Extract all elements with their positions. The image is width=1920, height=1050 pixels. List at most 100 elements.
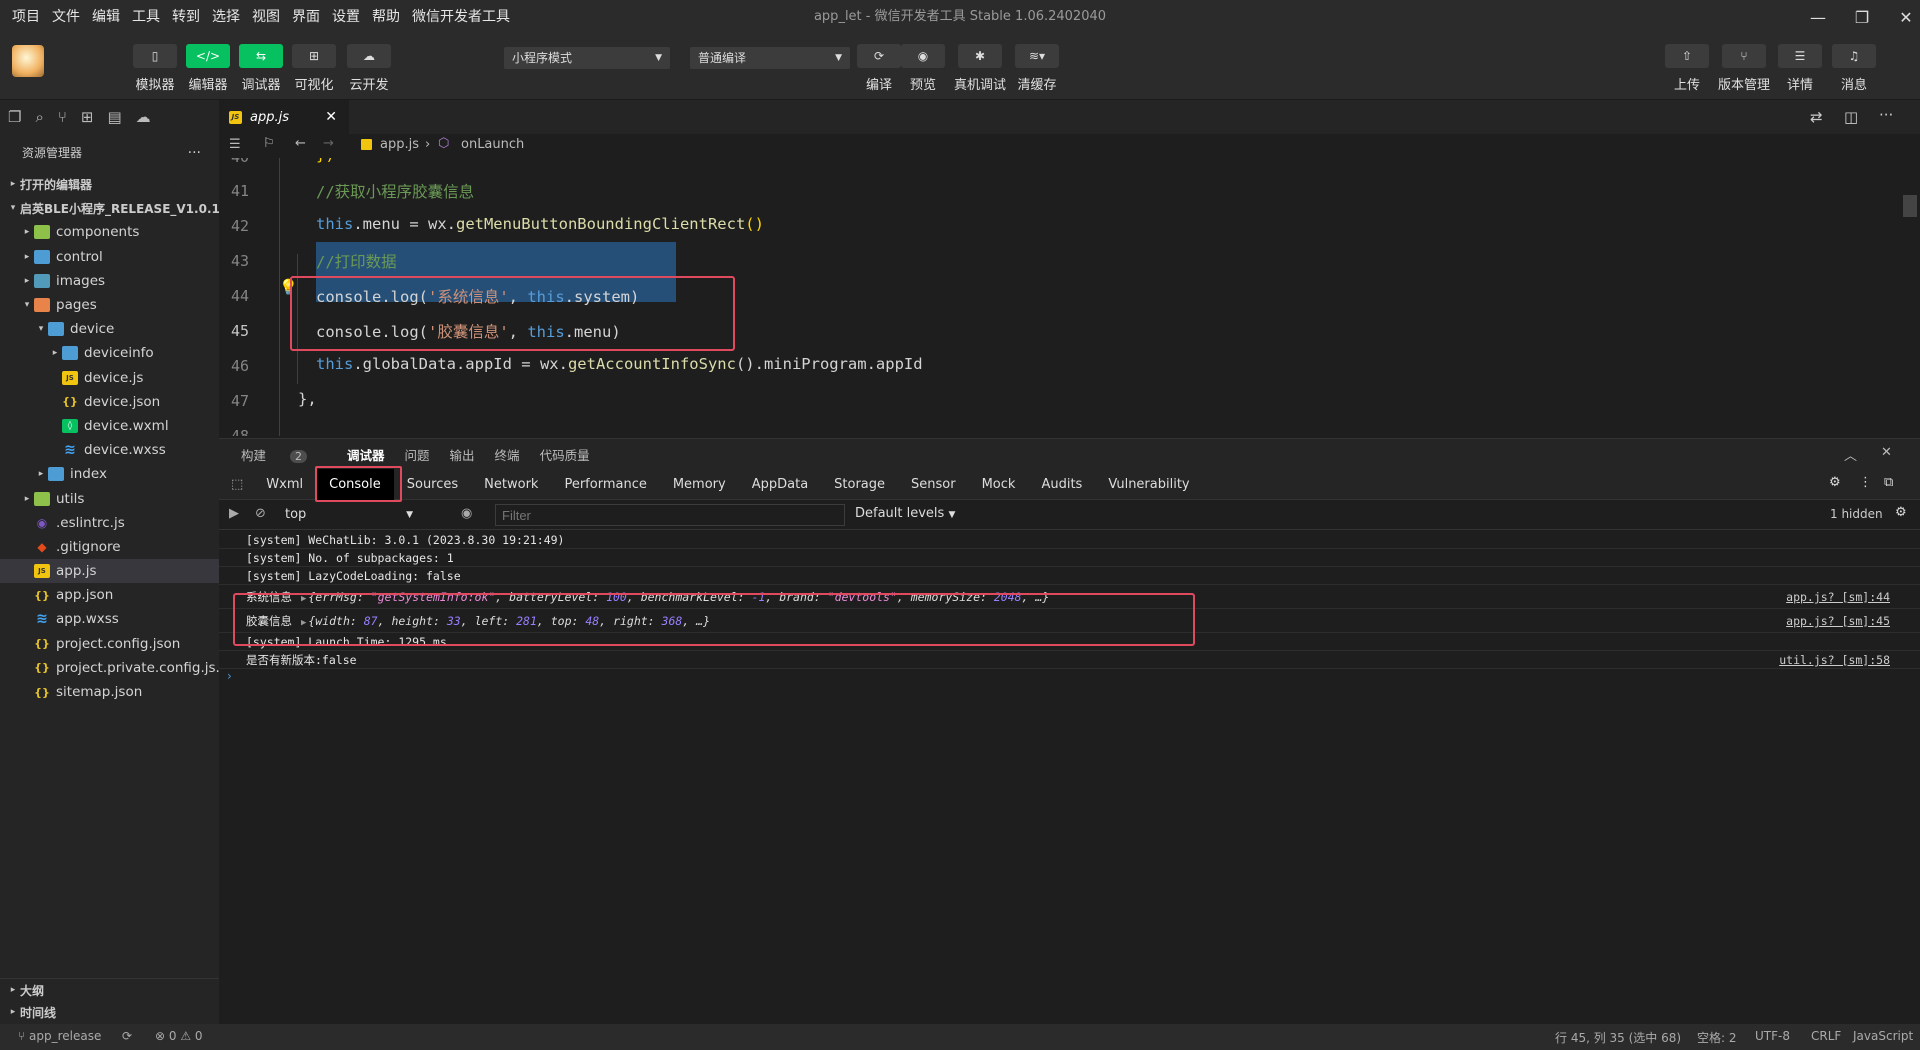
menu-item[interactable]: 界面 [286, 0, 326, 34]
source-control-icon[interactable]: ⑂ [58, 108, 67, 126]
tree-file[interactable]: ◉ .eslintrc.js [0, 511, 219, 535]
eye-icon[interactable]: ◉ [461, 506, 472, 521]
clear-cache-button[interactable]: ≋▾ 清缓存 [1014, 44, 1060, 93]
tree-file[interactable]: ◆ .gitignore [0, 535, 219, 559]
more-icon[interactable]: ··· [1879, 106, 1893, 124]
upload-button[interactable]: ⇧ 上传 [1664, 44, 1710, 93]
filter-input[interactable] [495, 504, 845, 526]
extensions-icon[interactable]: ⊞ [81, 108, 94, 126]
compare-icon[interactable]: ⇄ [1810, 108, 1823, 126]
tab-output[interactable]: 输出 [450, 445, 475, 464]
console-prompt[interactable]: › [219, 669, 1920, 687]
breadcrumb-symbol[interactable]: onLaunch [461, 137, 524, 152]
more-vertical-icon[interactable]: ⋮ [1859, 475, 1872, 490]
tab-code-quality[interactable]: 代码质量 [540, 445, 590, 464]
devtools-tab-vulnerability[interactable]: Vulnerability [1095, 469, 1202, 500]
sidebar-toggle-icon[interactable]: ▶ [229, 506, 239, 521]
devtools-tab-wxml[interactable]: Wxml [253, 469, 316, 500]
gear-icon[interactable]: ⚙ [1895, 505, 1907, 520]
tree-folder[interactable]: ▸ index [0, 462, 219, 486]
encoding[interactable]: UTF-8 [1755, 1029, 1790, 1043]
language-mode[interactable]: JavaScript [1853, 1029, 1913, 1043]
mode-select[interactable]: 小程序模式 ▼ [504, 47, 670, 69]
cloud-button[interactable]: ☁ 云开发 [346, 44, 392, 93]
tab-build[interactable]: 构建 2 [241, 445, 327, 464]
gear-icon[interactable]: ⚙ [1829, 475, 1841, 490]
tree-file[interactable]: {} project.config.json [0, 632, 219, 656]
forward-icon[interactable]: → [323, 136, 334, 151]
list-icon[interactable]: ☰ [229, 137, 241, 152]
problems-status[interactable]: ⊗ 0 ⚠ 0 [155, 1029, 203, 1043]
tree-folder[interactable]: ▸ images [0, 269, 219, 293]
clear-console-icon[interactable]: ⊘ [255, 506, 266, 521]
debugger-button[interactable]: ⇆ 调试器 [238, 44, 284, 93]
menu-item[interactable]: 编辑 [86, 0, 126, 34]
details-button[interactable]: ☰ 详情 [1777, 44, 1823, 93]
tab-app-js[interactable]: JS app.js ✕ [219, 100, 349, 134]
outline-section[interactable]: ▸ 大纲 [0, 979, 219, 1001]
project-section[interactable]: ▾ 启英BLE小程序_RELEASE_V1.0.1 [0, 196, 219, 220]
version-button[interactable]: ⑂ 版本管理 [1718, 44, 1770, 93]
branch-status[interactable]: ⑂ app_release [18, 1029, 101, 1043]
more-icon[interactable]: ··· [188, 134, 201, 172]
tree-folder[interactable]: ▸ deviceinfo [0, 341, 219, 365]
menu-item[interactable]: 视图 [246, 0, 286, 34]
tree-folder[interactable]: ▾ device [0, 317, 219, 341]
explorer-icon[interactable]: ❐ [8, 108, 21, 126]
editor-scrollbar[interactable] [1903, 195, 1917, 217]
menu-item[interactable]: 选择 [206, 0, 246, 34]
close-icon[interactable]: ✕ [1881, 445, 1892, 460]
devtools-tab-memory[interactable]: Memory [660, 469, 739, 500]
tree-folder[interactable]: ▸ components [0, 220, 219, 244]
tree-file[interactable]: {} project.private.config.js... [0, 656, 219, 680]
remote-debug-button[interactable]: ✱ 真机调试 [954, 44, 1006, 93]
line-ending[interactable]: CRLF [1811, 1029, 1841, 1043]
tab-terminal[interactable]: 终端 [495, 445, 520, 464]
menu-item[interactable]: 帮助 [366, 0, 406, 34]
search-icon[interactable]: ⌕ [35, 108, 43, 126]
menu-item[interactable]: 设置 [326, 0, 366, 34]
back-icon[interactable]: ← [295, 136, 306, 151]
preview-button[interactable]: ◉ 预览 [900, 44, 946, 93]
menu-item[interactable]: 工具 [126, 0, 166, 34]
inspect-icon[interactable]: ⬚ [219, 477, 253, 492]
timeline-section[interactable]: ▸ 时间线 [0, 1001, 219, 1023]
tree-file[interactable]: ≋ app.wxss [0, 607, 219, 631]
devtools-tab-appdata[interactable]: AppData [739, 469, 821, 500]
levels-select[interactable]: Default levels ▼ [855, 506, 955, 521]
menu-item[interactable]: 转到 [166, 0, 206, 34]
devtools-tab-audits[interactable]: Audits [1028, 469, 1095, 500]
cloud-icon[interactable]: ☁ [136, 108, 151, 126]
menu-item[interactable]: 项目 [6, 0, 46, 34]
devtools-tab-sources[interactable]: Sources [394, 469, 471, 500]
tree-file[interactable]: {} sitemap.json [0, 680, 219, 704]
bookmark-icon[interactable]: ⚐ [263, 136, 275, 151]
tree-file[interactable]: {} app.json [0, 583, 219, 607]
tree-file[interactable]: ◊ device.wxml [0, 414, 219, 438]
log-source-link[interactable]: app.js? [sm]:44 [1786, 585, 1890, 609]
tree-file[interactable]: {} device.json [0, 390, 219, 414]
open-editors-section[interactable]: ▸ 打开的编辑器 [0, 172, 219, 196]
tree-folder[interactable]: ▸ utils [0, 486, 219, 510]
breadcrumb-file[interactable]: app.js [380, 137, 419, 152]
close-icon[interactable]: ✕ [1884, 0, 1920, 34]
tab-debugger[interactable]: 调试器 [347, 445, 385, 464]
compile-button[interactable]: ⟳ 编译 [856, 44, 902, 93]
context-select[interactable]: top ▼ [279, 504, 419, 526]
menu-item[interactable]: 文件 [46, 0, 86, 34]
close-icon[interactable]: ✕ [325, 109, 337, 125]
log-source-link[interactable]: util.js? [sm]:58 [1779, 651, 1890, 669]
storage-icon[interactable]: ▤ [107, 108, 121, 126]
undock-icon[interactable]: ⧉ [1884, 475, 1893, 490]
indentation[interactable]: 空格: 2 [1697, 1029, 1737, 1046]
tree-folder[interactable]: ▾ pages [0, 293, 219, 317]
visual-button[interactable]: ⊞ 可视化 [291, 44, 337, 93]
simulator-button[interactable]: ▯ 模拟器 [132, 44, 178, 93]
tab-problems[interactable]: 问题 [405, 445, 430, 464]
devtools-tab-sensor[interactable]: Sensor [898, 469, 969, 500]
messages-button[interactable]: ♫ 消息 [1831, 44, 1877, 93]
restore-icon[interactable]: ❐ [1840, 0, 1884, 34]
log-source-link[interactable]: app.js? [sm]:45 [1786, 609, 1890, 633]
tree-file[interactable]: ≋ device.wxss [0, 438, 219, 462]
tree-file[interactable]: JS device.js [0, 366, 219, 390]
